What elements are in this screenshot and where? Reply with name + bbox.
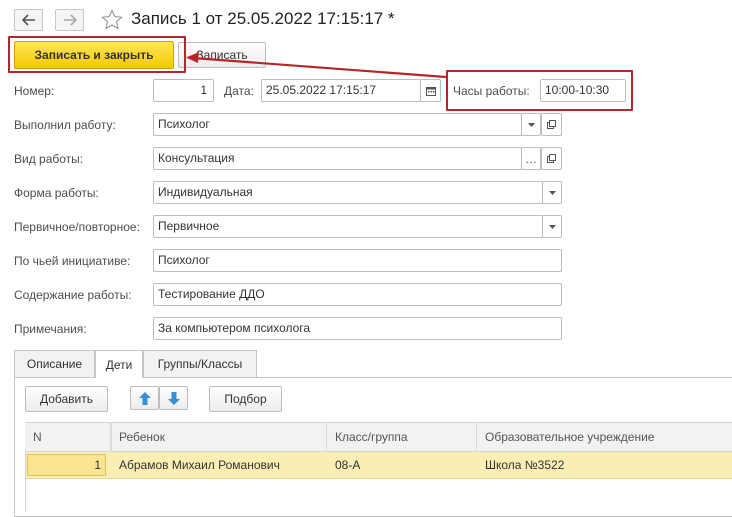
chevron-down-icon: [548, 224, 556, 229]
primary-dropdown-button[interactable]: [542, 215, 562, 238]
work-form-dropdown-button[interactable]: [542, 181, 562, 204]
calendar-button[interactable]: [420, 79, 441, 102]
open-form-icon: [547, 120, 556, 129]
work-type-select-button[interactable]: …: [521, 147, 541, 170]
calendar-icon: [425, 86, 436, 96]
arrow-up-icon: [138, 391, 151, 405]
performer-open-button[interactable]: [541, 113, 562, 136]
chevron-down-icon: [527, 122, 535, 127]
work-type-field[interactable]: Консультация: [153, 147, 522, 170]
number-label: Номер:: [14, 84, 55, 98]
primary-label: Первичное/повторное:: [14, 220, 140, 234]
tab-groups[interactable]: Группы/Классы: [143, 350, 257, 377]
table-header: N Ребенок Класс/группа Образовательное у…: [25, 422, 732, 452]
ellipsis-icon: …: [525, 151, 537, 166]
initiative-field[interactable]: Психолог: [153, 249, 562, 272]
date-field[interactable]: 25.05.2022 17:15:17: [261, 79, 421, 102]
column-header-n[interactable]: N: [25, 423, 111, 452]
add-button[interactable]: Добавить: [25, 386, 108, 412]
performer-dropdown-button[interactable]: [521, 113, 541, 136]
content-label: Содержание работы:: [14, 288, 132, 302]
row-child: Абрамов Михаил Романович: [119, 458, 280, 472]
performer-field[interactable]: Психолог: [153, 113, 522, 136]
row-school: Школа №3522: [485, 458, 565, 472]
row-class: 08-А: [335, 458, 361, 472]
hours-label: Часы работы:: [453, 84, 530, 98]
table-left-border: [25, 452, 26, 512]
content-field[interactable]: Тестирование ДДО: [153, 283, 562, 306]
move-down-button[interactable]: [159, 386, 188, 410]
move-up-button[interactable]: [130, 386, 159, 410]
table-row[interactable]: 1 Абрамов Михаил Романович 08-А Школа №3…: [25, 452, 732, 479]
column-header-child[interactable]: Ребенок: [111, 423, 327, 452]
chevron-down-icon: [548, 190, 556, 195]
open-form-icon: [547, 154, 556, 163]
tab-description[interactable]: Описание: [14, 350, 95, 377]
notes-label: Примечания:: [14, 322, 87, 336]
performer-label: Выполнил работу:: [14, 118, 116, 132]
initiative-label: По чьей инициативе:: [14, 254, 131, 268]
row-number: 1: [94, 458, 101, 472]
number-field[interactable]: 1: [153, 79, 214, 102]
work-type-open-button[interactable]: [541, 147, 562, 170]
column-header-class[interactable]: Класс/группа: [327, 423, 477, 452]
hours-field[interactable]: 10:00-10:30: [540, 79, 626, 102]
work-form-label: Форма работы:: [14, 186, 99, 200]
tab-children[interactable]: Дети: [95, 350, 143, 378]
work-form-field[interactable]: Индивидуальная: [153, 181, 543, 204]
annotation-arrow: [186, 52, 447, 79]
primary-field[interactable]: Первичное: [153, 215, 543, 238]
pick-button[interactable]: Подбор: [209, 386, 282, 412]
work-type-label: Вид работы:: [14, 152, 84, 166]
date-label: Дата:: [224, 84, 254, 98]
table-col-divider: [111, 422, 112, 452]
notes-field[interactable]: За компьютером психолога: [153, 317, 562, 340]
column-header-school[interactable]: Образовательное учреждение: [477, 423, 732, 452]
arrow-down-icon: [167, 391, 180, 405]
